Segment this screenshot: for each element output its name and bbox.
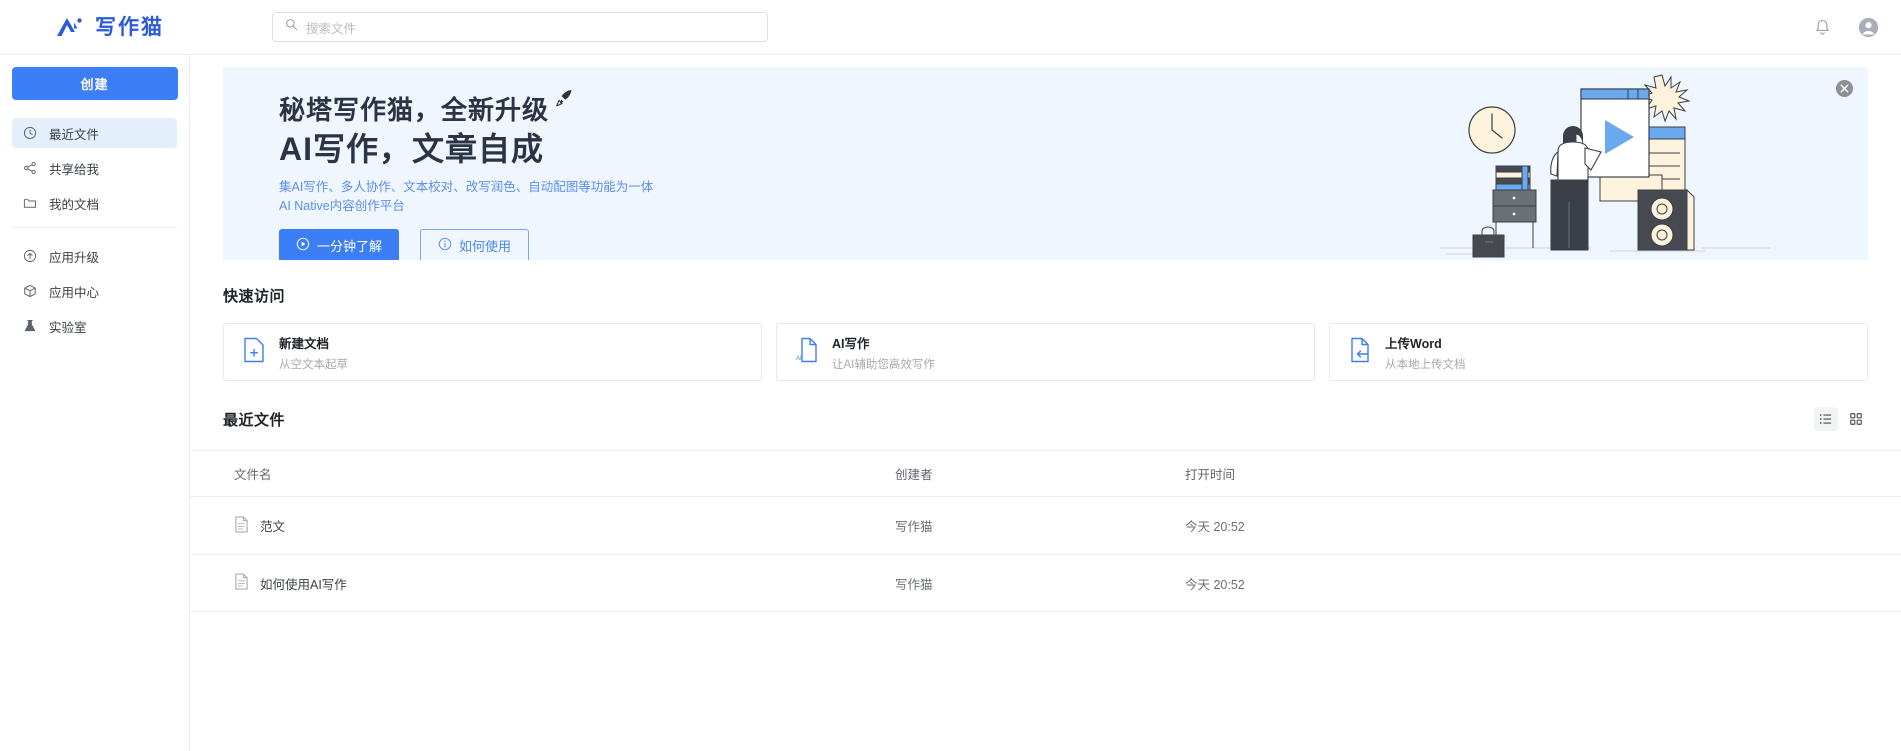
header-actions xyxy=(1813,0,1879,55)
one-minute-intro-button[interactable]: 一分钟了解 xyxy=(279,229,399,260)
banner-actions: 一分钟了解 如何使用 xyxy=(279,229,653,260)
clock-icon xyxy=(22,126,37,141)
banner-headline-1-text: 秘塔写作猫，全新升级 xyxy=(279,95,549,125)
quick-card-texts: 新建文档 从空文本起草 xyxy=(279,333,348,372)
sidebar-item-app-upgrade[interactable]: 应用升级 xyxy=(12,241,177,271)
brand-name: 写作猫 xyxy=(95,17,164,38)
sidebar-item-app-center[interactable]: 应用中心 xyxy=(12,276,177,306)
sidebar-item-label: 应用中心 xyxy=(49,282,99,301)
file-name: 范文 xyxy=(260,516,285,535)
sidebar-item-label: 实验室 xyxy=(49,317,87,336)
quick-card-ai-writing[interactable]: AI AI写作 让AI辅助您高效写作 xyxy=(776,323,1315,381)
banner-headline-2: AI写作，文章自成 xyxy=(279,129,653,169)
file-owner: 写作猫 xyxy=(895,574,1185,593)
sidebar-divider xyxy=(12,227,177,228)
search-icon xyxy=(285,18,298,36)
column-header-opened-time: 打开时间 xyxy=(1185,464,1485,483)
svg-text:AI: AI xyxy=(796,356,802,362)
recent-files-title: 最近文件 xyxy=(223,409,285,430)
file-opened-time: 今天 20:52 xyxy=(1185,574,1485,593)
quick-card-title: 上传Word xyxy=(1385,333,1466,352)
document-icon xyxy=(234,516,249,536)
list-view-icon[interactable] xyxy=(1814,407,1838,431)
sidebar-item-shared-with-me[interactable]: 共享给我 xyxy=(12,153,177,183)
file-name-cell: 范文 xyxy=(223,516,895,536)
quick-card-subtitle: 让AI辅助您高效写作 xyxy=(832,356,935,372)
play-circle-icon xyxy=(296,237,310,254)
how-to-use-button[interactable]: 如何使用 xyxy=(420,229,529,260)
how-to-use-label: 如何使用 xyxy=(459,236,511,255)
table-row[interactable]: 如何使用AI写作 写作猫 今天 20:52 xyxy=(190,554,1901,612)
promo-banner: 秘塔写作猫，全新升级 AI写作，文章自成 集AI写作、多人协作、文本校对、改写润… xyxy=(223,67,1868,260)
file-owner: 写作猫 xyxy=(895,516,1185,535)
create-button[interactable]: 创建 xyxy=(12,67,178,100)
ai-mountain-logo-icon xyxy=(55,14,85,40)
banner-headline-1: 秘塔写作猫，全新升级 xyxy=(279,94,549,127)
top-header-bar: 写作猫 搜索文件 xyxy=(0,0,1901,55)
banner-text-block: 秘塔写作猫，全新升级 AI写作，文章自成 集AI写作、多人协作、文本校对、改写润… xyxy=(279,94,653,260)
quick-card-new-document[interactable]: 新建文档 从空文本起草 xyxy=(223,323,762,381)
arrow-up-circle-icon xyxy=(22,249,37,264)
close-circle-icon[interactable] xyxy=(1835,79,1854,98)
sidebar-item-lab[interactable]: 实验室 xyxy=(12,311,177,341)
bell-icon[interactable] xyxy=(1813,18,1832,37)
banner-subtitle: 集AI写作、多人协作、文本校对、改写润色、自动配图等功能为一体 AI Nativ… xyxy=(279,178,653,217)
search-container: 搜索文件 xyxy=(272,12,768,42)
folder-icon xyxy=(22,196,37,211)
sidebar-item-label: 共享给我 xyxy=(49,159,99,178)
banner-subtitle-line-1: 集AI写作、多人协作、文本校对、改写润色、自动配图等功能为一体 xyxy=(279,178,653,197)
rocket-icon xyxy=(553,84,575,117)
document-upload-icon xyxy=(1349,337,1371,368)
sidebar-item-my-documents[interactable]: 我的文档 xyxy=(12,188,177,218)
sidebar-item-label: 我的文档 xyxy=(49,194,99,213)
grid-view-icon[interactable] xyxy=(1844,407,1868,431)
share-icon xyxy=(22,161,37,176)
document-ai-icon: AI xyxy=(796,337,818,368)
sidebar-secondary-group: 应用升级 应用中心 实验室 xyxy=(0,241,189,341)
sidebar-primary-group: 最近文件 共享给我 我的文档 xyxy=(0,118,189,218)
person-watching-video-illustration xyxy=(1440,70,1800,260)
view-toggle xyxy=(1814,407,1868,431)
recent-files-header: 最近文件 xyxy=(223,407,1868,431)
quick-card-title: AI写作 xyxy=(832,333,935,352)
column-header-filename: 文件名 xyxy=(223,464,895,483)
quick-card-texts: AI写作 让AI辅助您高效写作 xyxy=(832,333,935,372)
main-content: 秘塔写作猫，全新升级 AI写作，文章自成 集AI写作、多人协作、文本校对、改写润… xyxy=(190,55,1901,751)
quick-access-title: 快速访问 xyxy=(223,285,1901,306)
quick-card-upload-word[interactable]: 上传Word 从本地上传文档 xyxy=(1329,323,1868,381)
document-plus-icon xyxy=(243,337,265,368)
table-header-row: 文件名 创建者 打开时间 xyxy=(190,450,1901,496)
sidebar: 创建 最近文件 共享给我 xyxy=(0,55,190,751)
sidebar-item-label: 应用升级 xyxy=(49,247,99,266)
recent-files-table: 文件名 创建者 打开时间 范文 xyxy=(190,450,1901,612)
quick-card-subtitle: 从本地上传文档 xyxy=(1385,356,1466,372)
file-name-cell: 如何使用AI写作 xyxy=(223,573,895,593)
search-placeholder: 搜索文件 xyxy=(306,18,356,37)
brand-logo[interactable]: 写作猫 xyxy=(0,14,230,40)
quick-card-subtitle: 从空文本起草 xyxy=(279,356,348,372)
one-minute-intro-label: 一分钟了解 xyxy=(317,236,382,255)
quick-card-texts: 上传Word 从本地上传文档 xyxy=(1385,333,1466,372)
file-opened-time: 今天 20:52 xyxy=(1185,516,1485,535)
search-input[interactable]: 搜索文件 xyxy=(272,12,768,42)
flask-icon xyxy=(22,319,37,334)
info-circle-icon xyxy=(438,237,452,254)
column-header-owner: 创建者 xyxy=(895,464,1185,483)
quick-card-title: 新建文档 xyxy=(279,333,348,352)
document-icon xyxy=(234,573,249,593)
file-name: 如何使用AI写作 xyxy=(260,574,347,593)
sidebar-item-recent-files[interactable]: 最近文件 xyxy=(12,118,177,148)
user-avatar-icon[interactable] xyxy=(1858,17,1879,38)
sidebar-item-label: 最近文件 xyxy=(49,124,99,143)
table-row[interactable]: 范文 写作猫 今天 20:52 xyxy=(190,496,1901,554)
quick-access-cards: 新建文档 从空文本起草 AI AI写作 让AI辅助您高效写作 xyxy=(223,323,1868,381)
cube-icon xyxy=(22,284,37,299)
banner-subtitle-line-2: AI Native内容创作平台 xyxy=(279,197,653,216)
